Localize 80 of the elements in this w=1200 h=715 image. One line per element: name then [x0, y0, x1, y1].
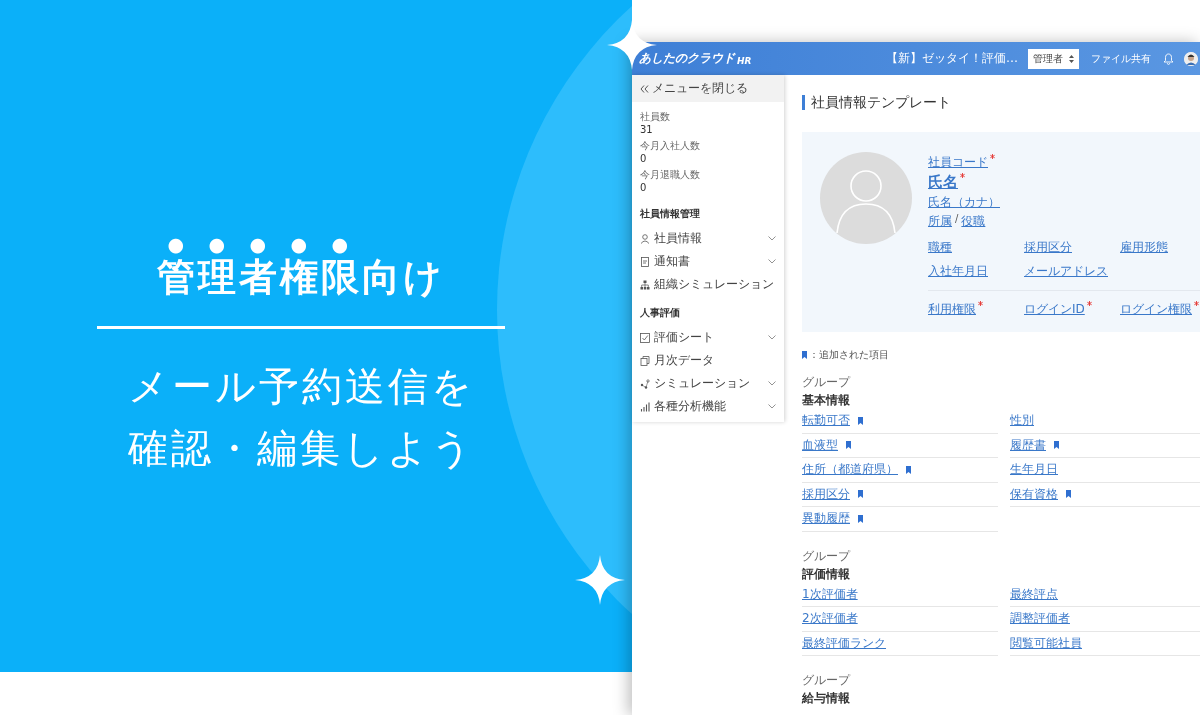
group-title: 基本情報 [802, 392, 851, 409]
banner-headline: メール予約送信を 確認・編集しよう [127, 361, 475, 473]
nav-item[interactable]: 組織シミュレーション [632, 273, 784, 296]
separator-text: / [955, 213, 959, 224]
heading-text: 向け [362, 254, 445, 301]
employee-code-link[interactable]: 社員コード [928, 154, 988, 171]
sparkle-icon [575, 555, 625, 605]
stat-value: 31 [640, 124, 654, 135]
field-link[interactable]: 生年月日 [1010, 461, 1058, 479]
bar-chart-icon [640, 401, 650, 412]
access-field-link[interactable]: ログイン権限 [1120, 301, 1192, 318]
profile-field-link[interactable]: 雇用形態 [1120, 240, 1168, 254]
field-link[interactable]: 異動履歴 [802, 510, 850, 528]
field-link[interactable]: 血液型 [802, 436, 838, 454]
profile-field-link[interactable]: 入社年月日 [928, 264, 988, 278]
avatar-icon[interactable] [1184, 51, 1198, 66]
section-heading: 社員情報管理 [639, 207, 701, 221]
page-title: 社員情報テンプレート [802, 95, 1200, 110]
group-title: 評価情報 [802, 565, 851, 583]
field-link[interactable]: 性別 [1010, 412, 1034, 430]
logo-suffix: HR [737, 56, 752, 67]
profile-silhouette-icon [820, 152, 912, 244]
field-link[interactable]: 住所（都道府県） [802, 461, 898, 479]
bookmark-icon [802, 351, 807, 359]
nav-item[interactable]: 評価シート [632, 326, 784, 349]
checkbox-icon [640, 332, 650, 343]
field-link[interactable]: 1次評価者 [802, 585, 858, 603]
stat-value: 0 [640, 153, 648, 164]
stat-label: 今月入社人数 [640, 139, 701, 153]
position-link[interactable]: 役職 [961, 213, 986, 230]
nodes-icon [640, 378, 650, 389]
group-title: 給与情報 [802, 690, 851, 707]
nav-item[interactable]: 社員情報 [632, 227, 784, 250]
document-icon [640, 256, 650, 267]
access-field-link[interactable]: 利用権限 [928, 301, 976, 318]
field-link[interactable]: 履歴書 [1010, 436, 1046, 454]
collapse-menu-button[interactable]: メニューを閉じる [632, 75, 784, 102]
org-chart-icon [640, 279, 650, 290]
name-link[interactable]: 氏名 [928, 173, 958, 192]
copy-icon [640, 355, 650, 366]
nav-item[interactable]: 各種分析機能 [632, 395, 784, 418]
field-link[interactable]: 転勤可否 [802, 412, 850, 430]
group-label: グループ [802, 374, 852, 391]
profile-field-link[interactable]: 採用区分 [1024, 240, 1072, 254]
notice-link[interactable]: 【新】ゼッタイ！評価… [886, 50, 1018, 67]
field-link[interactable]: 2次評価者 [802, 610, 858, 628]
chevron-down-icon [768, 335, 776, 340]
bell-icon[interactable] [1163, 52, 1174, 65]
chevron-down-icon [768, 259, 776, 264]
nav-item[interactable]: 月次データ [632, 349, 784, 372]
group-label: グループ [802, 672, 852, 689]
field-link[interactable]: 最終評点 [1010, 585, 1058, 603]
file-share-link[interactable]: ファイル共有 [1091, 51, 1151, 66]
legend-text: ：追加された項目 [809, 348, 889, 362]
profile-field-link[interactable]: メールアドレス [1024, 264, 1108, 278]
stat-label: 今月退職人数 [640, 168, 701, 182]
field-link[interactable]: 採用区分 [802, 485, 850, 503]
field-link[interactable]: 調整評価者 [1010, 610, 1070, 628]
group-label: グループ [802, 547, 852, 565]
field-link[interactable]: 閲覧可能社員 [1010, 634, 1082, 652]
chevron-down-icon [768, 381, 776, 386]
heading-text: 管理者権限 [157, 254, 362, 301]
chevron-down-icon [768, 236, 776, 241]
person-icon [640, 233, 650, 244]
double-chevron-icon [640, 84, 649, 93]
nav-item[interactable]: シミュレーション [632, 372, 784, 395]
chevron-down-icon [768, 404, 776, 409]
name-kana-link[interactable]: 氏名（カナ） [928, 194, 1000, 211]
access-field-link[interactable]: ログインID [1024, 301, 1085, 318]
updown-arrow-icon [1069, 54, 1074, 63]
profile-field-link[interactable]: 職種 [928, 240, 952, 254]
field-link[interactable]: 保有資格 [1010, 485, 1058, 503]
field-link[interactable]: 最終評価ランク [802, 634, 886, 652]
stat-value: 0 [640, 182, 648, 193]
logo-text: あしたのクラウド [639, 50, 735, 67]
role-select[interactable]: 管理者 [1028, 48, 1079, 69]
section-heading: 人事評価 [639, 306, 681, 320]
stat-label: 社員数 [640, 110, 671, 124]
affiliation-link[interactable]: 所属 [928, 213, 952, 230]
nav-item[interactable]: 通知書 [632, 250, 784, 273]
